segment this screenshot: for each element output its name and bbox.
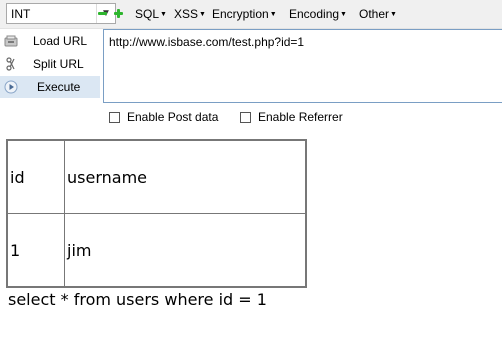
menu-encoding-label: Encoding: [289, 7, 340, 21]
table-header-row: id username: [7, 140, 306, 214]
caret-down-icon: ▼: [199, 11, 206, 18]
load-url-label: Load URL: [33, 34, 88, 48]
menu-xss[interactable]: XSS▼: [174, 7, 206, 21]
url-text: http://www.isbase.com/test.php?id=1: [109, 35, 305, 49]
sql-query-text: select * from users where id = 1: [8, 290, 267, 309]
execute-icon: [4, 80, 18, 94]
toolbar: INT ▼ SQL▼ XSS▼ Encryption▼ Encoding▼ Ot…: [0, 0, 502, 29]
split-url-icon: [6, 57, 15, 71]
caret-down-icon: ▼: [390, 11, 397, 18]
post-data-checkbox[interactable]: [109, 111, 120, 123]
header-cell-id: id: [7, 140, 65, 214]
header-cell-username: username: [64, 140, 306, 214]
minus-icon[interactable]: [98, 9, 107, 18]
url-textarea[interactable]: http://www.isbase.com/test.php?id=1: [103, 29, 502, 103]
table-row: 1 jim: [7, 213, 306, 287]
menu-sql[interactable]: SQL▼: [135, 7, 167, 21]
load-url-button[interactable]: Load URL: [0, 30, 100, 52]
menu-encryption-label: Encryption: [212, 7, 269, 21]
menu-sql-label: SQL: [135, 7, 160, 21]
result-table: id username 1 jim: [6, 139, 307, 288]
referrer-option[interactable]: Enable Referrer: [240, 110, 343, 124]
split-url-button[interactable]: Split URL: [0, 53, 100, 75]
post-data-option[interactable]: Enable Post data: [109, 110, 218, 124]
cell-username: jim: [64, 213, 306, 287]
type-select-value: INT: [11, 7, 31, 21]
referrer-label: Enable Referrer: [258, 110, 343, 124]
hackbar-page: INT ▼ SQL▼ XSS▼ Encryption▼ Encoding▼ Ot…: [0, 0, 502, 354]
post-data-label: Enable Post data: [127, 110, 219, 124]
menu-xss-label: XSS: [174, 7, 199, 21]
menu-encryption[interactable]: Encryption▼: [212, 7, 277, 21]
menu-encoding[interactable]: Encoding▼: [289, 7, 347, 21]
cell-id: 1: [7, 213, 65, 287]
execute-label: Execute: [37, 80, 81, 94]
split-url-label: Split URL: [33, 57, 84, 71]
caret-down-icon: ▼: [160, 11, 167, 18]
caret-down-icon: ▼: [269, 11, 277, 18]
plus-icon[interactable]: [114, 9, 123, 18]
execute-button[interactable]: Execute: [0, 76, 100, 98]
menu-other[interactable]: Other▼: [359, 7, 397, 21]
menu-other-label: Other: [359, 7, 390, 21]
referrer-checkbox[interactable]: [240, 111, 251, 123]
caret-down-icon: ▼: [340, 11, 347, 18]
load-url-icon: [4, 35, 18, 47]
